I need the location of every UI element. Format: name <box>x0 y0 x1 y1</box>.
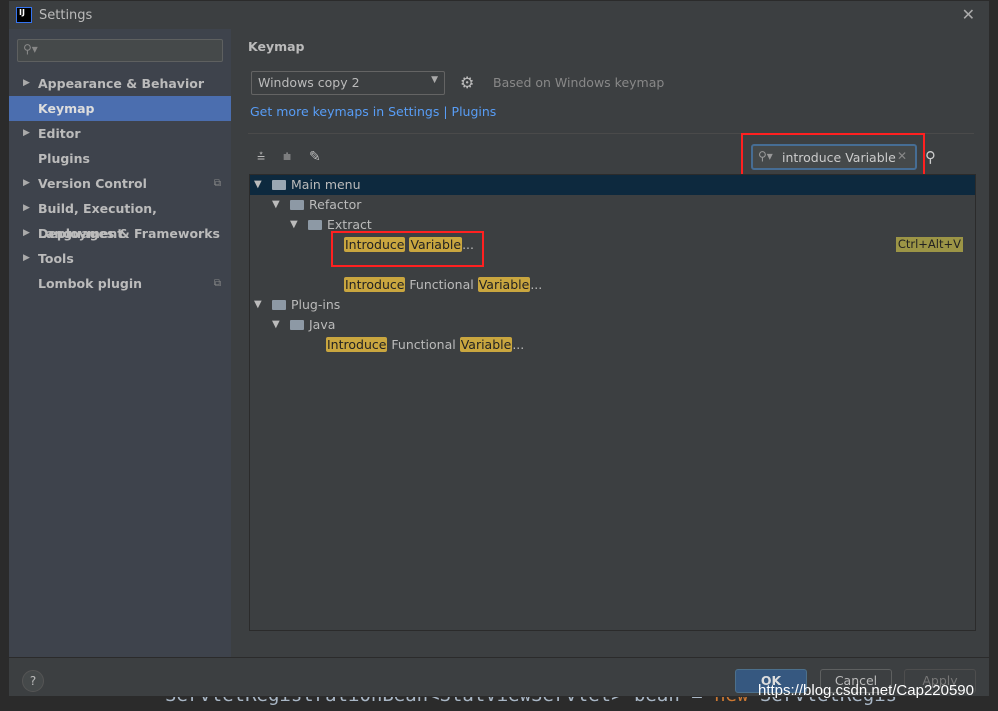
folder-icon <box>290 320 304 330</box>
project-icon: ⧉ <box>213 278 221 289</box>
collapse-arrow-icon: ▼ <box>272 319 280 330</box>
window-title: Settings <box>39 8 93 23</box>
sidebar-item-version-control[interactable]: ▶ Version Control ⧉ <box>9 171 231 196</box>
expand-arrow-icon: ▶ <box>23 128 30 138</box>
sidebar-item-editor[interactable]: ▶ Editor <box>9 121 231 146</box>
sidebar-item-build[interactable]: ▶ Build, Execution, Deployment <box>9 196 231 241</box>
tree-node-java[interactable]: ▼ Java <box>250 315 975 335</box>
help-button[interactable]: ? <box>22 670 44 692</box>
collapse-all-icon[interactable]: ⩧ <box>283 149 291 165</box>
sidebar-item-lombok[interactable]: Lombok plugin ⧉ <box>9 271 231 296</box>
expand-arrow-icon: ▶ <box>23 203 30 213</box>
tree-node-main-menu[interactable]: ▼ Main menu <box>250 175 975 195</box>
annotation-box <box>331 231 484 267</box>
keymap-select[interactable]: Windows copy 2 ▼ <box>251 71 445 95</box>
sidebar-item-keymap[interactable]: Keymap <box>9 96 231 121</box>
get-more-keymaps-link[interactable]: Get more keymaps in Settings | Plugins <box>250 104 496 119</box>
folder-icon <box>290 200 304 210</box>
settings-search-input[interactable]: ⚲▾ <box>17 39 223 62</box>
settings-sidebar: ⚲▾ ▶ Appearance & Behavior Keymap ▶ Editor… <box>9 29 231 657</box>
settings-dialog: IJ Settings ✕ ⚲▾ ▶ Appearance & Behavior … <box>8 0 990 697</box>
expand-all-icon[interactable]: ⩮ <box>257 149 265 165</box>
edit-pencil-icon[interactable]: ✎ <box>309 149 321 165</box>
project-icon: ⧉ <box>213 178 221 189</box>
tree-node-plugins[interactable]: ▼ Plug-ins <box>250 295 975 315</box>
sidebar-item-plugins[interactable]: Plugins <box>9 146 231 171</box>
intellij-logo: IJ <box>16 7 32 23</box>
gear-icon[interactable]: ⚙ <box>460 73 474 92</box>
tree-item-introduce-functional-variable[interactable]: Introduce Functional Variable... <box>250 275 975 295</box>
page-title: Keymap <box>248 39 305 54</box>
menu-folder-icon <box>272 180 286 190</box>
keymap-panel: Keymap Windows copy 2 ▼ ⚙ Based on Window… <box>231 29 989 657</box>
folder-icon <box>272 300 286 310</box>
based-on-label: Based on Windows keymap <box>493 75 665 90</box>
collapse-arrow-icon: ▼ <box>272 199 280 210</box>
expand-arrow-icon: ▶ <box>23 178 30 188</box>
chevron-down-icon: ▼ <box>431 75 438 85</box>
sidebar-item-tools[interactable]: ▶ Tools <box>9 246 231 271</box>
sidebar-item-appearance[interactable]: ▶ Appearance & Behavior <box>9 71 231 96</box>
shortcut-badge: Ctrl+Alt+V <box>895 237 963 252</box>
close-icon[interactable]: ✕ <box>962 5 975 24</box>
tree-node-refactor[interactable]: ▼ Refactor <box>250 195 975 215</box>
watermark: https://blog.csdn.net/Cap220590 <box>758 682 974 699</box>
search-icon: ⚲▾ <box>23 42 38 56</box>
sidebar-item-languages[interactable]: ▶ Languages & Frameworks <box>9 221 231 246</box>
expand-arrow-icon: ▶ <box>23 253 30 263</box>
folder-icon <box>308 220 322 230</box>
tree-item-introduce-functional-variable-java[interactable]: Introduce Functional Variable... <box>250 335 975 355</box>
collapse-arrow-icon: ▼ <box>254 179 262 190</box>
collapse-arrow-icon: ▼ <box>254 299 262 310</box>
collapse-arrow-icon: ▼ <box>290 219 298 230</box>
expand-arrow-icon: ▶ <box>23 78 30 88</box>
find-by-shortcut-icon[interactable]: ⚲ <box>925 148 936 166</box>
title-bar: IJ Settings ✕ <box>9 1 989 29</box>
expand-arrow-icon: ▶ <box>23 228 30 238</box>
